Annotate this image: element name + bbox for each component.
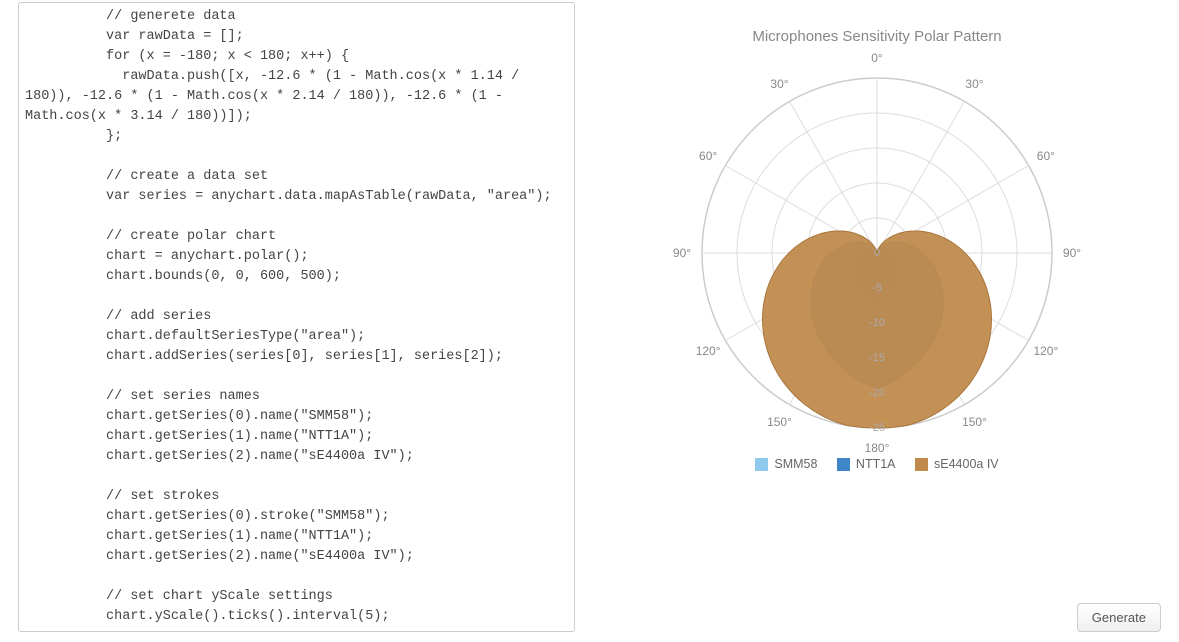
radial-tick-label: -5: [872, 282, 882, 294]
legend-swatch: [755, 458, 768, 471]
legend-label: sE4400a IV: [934, 457, 999, 471]
legend-item-se4400a[interactable]: sE4400a IV: [915, 457, 999, 471]
radial-tick-label: -20: [869, 387, 885, 399]
angle-tick-label: 30°: [770, 77, 788, 91]
chart-pane: Microphones Sensitivity Polar Pattern 0°…: [575, 0, 1179, 642]
polar-chart: 0° 30° 60° 90° 120° 150° 180° 150° 120° 90° 60° 30°…: [647, 53, 1107, 453]
angle-tick-label: 90°: [673, 246, 691, 260]
angle-tick-label: 60°: [699, 149, 717, 163]
legend-item-ntt1a[interactable]: NTT1A: [837, 457, 896, 471]
angle-tick-label: 120°: [696, 344, 721, 358]
legend-label: NTT1A: [856, 457, 896, 471]
legend-label: SMM58: [774, 457, 817, 471]
code-editor[interactable]: // generete data var rawData = []; for (…: [18, 2, 575, 632]
angle-tick-label: 90°: [1063, 246, 1081, 260]
radial-tick-label: -25: [869, 422, 885, 434]
angle-tick-label: 150°: [767, 415, 792, 429]
angle-tick-label: 0°: [871, 51, 882, 65]
legend-item-smm58[interactable]: SMM58: [755, 457, 817, 471]
generate-button[interactable]: Generate: [1077, 603, 1161, 632]
angle-tick-label: 180°: [865, 441, 890, 455]
legend-swatch: [915, 458, 928, 471]
angle-tick-label: 150°: [962, 415, 987, 429]
angle-tick-label: 120°: [1033, 344, 1058, 358]
angle-tick-label: 60°: [1037, 149, 1055, 163]
angle-tick-label: 30°: [965, 77, 983, 91]
chart-legend: SMM58 NTT1A sE4400a IV: [575, 457, 1179, 474]
main-layout: // generete data var rawData = []; for (…: [0, 0, 1179, 642]
chart-title: Microphones Sensitivity Polar Pattern: [575, 28, 1179, 45]
code-pane: // generete data var rawData = []; for (…: [0, 0, 575, 642]
radial-tick-label: -15: [869, 352, 885, 364]
radial-tick-label: 0: [874, 247, 880, 259]
radial-tick-label: -10: [869, 317, 885, 329]
legend-swatch: [837, 458, 850, 471]
